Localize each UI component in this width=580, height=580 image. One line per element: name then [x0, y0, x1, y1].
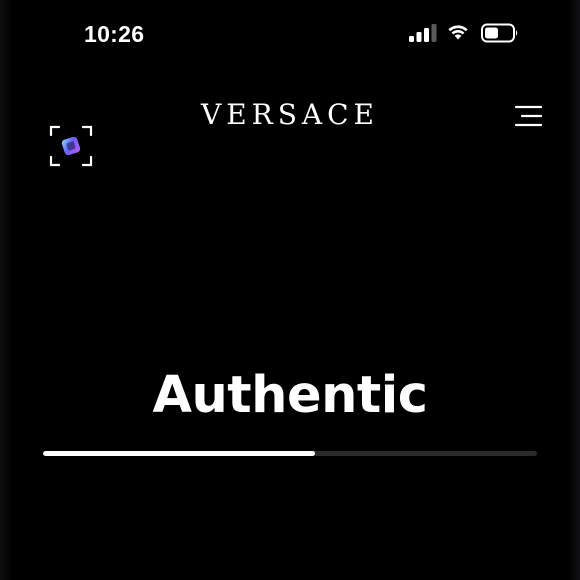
- app-screen: 10:26 VERSACE Authentic: [0, 0, 580, 580]
- battery-icon: [481, 23, 518, 43]
- verification-progress-fill: [43, 451, 315, 456]
- verification-progress-bar: [43, 451, 537, 456]
- menu-button[interactable]: [512, 104, 544, 128]
- scan-button[interactable]: [48, 124, 94, 168]
- cellular-signal-icon: [409, 24, 437, 42]
- authentication-status-heading: Authentic: [152, 366, 428, 425]
- hamburger-menu-icon: [514, 105, 543, 127]
- device-bezel-left: [0, 0, 12, 580]
- status-time: 10:26: [84, 21, 145, 47]
- wifi-icon: [448, 25, 468, 40]
- brand-logo[interactable]: VERSACE: [160, 95, 420, 135]
- device-bezel-right: [568, 0, 580, 580]
- scan-viewfinder-icon: [49, 125, 93, 167]
